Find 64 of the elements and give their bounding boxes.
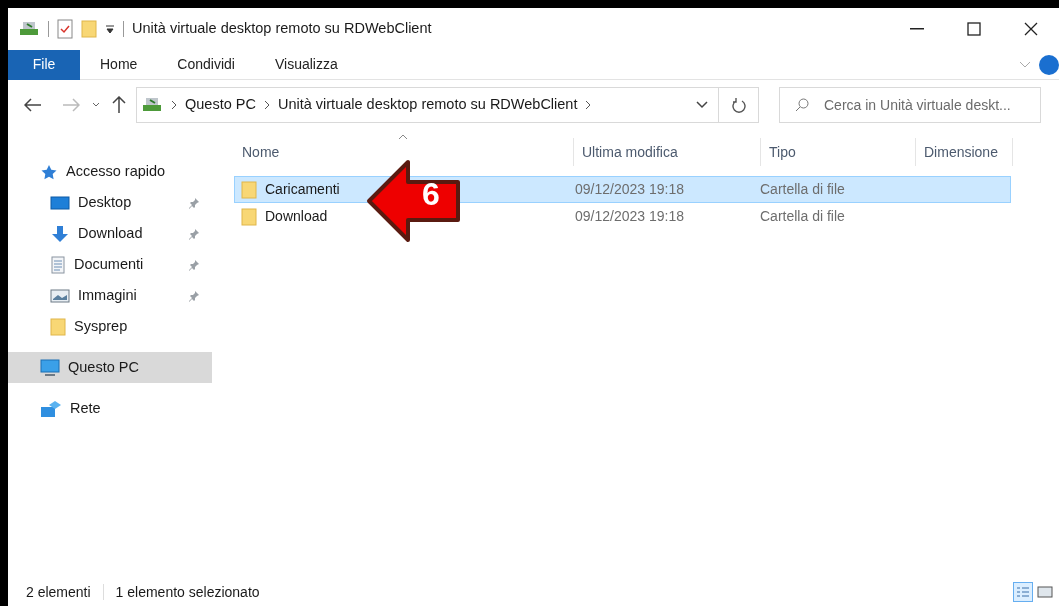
pin-icon[interactable] (188, 289, 200, 302)
folder-icon (241, 180, 257, 199)
thumbnail-view-icon (1037, 586, 1053, 598)
ribbon-tab[interactable]: Condividi (157, 49, 255, 80)
search-field[interactable]: Cerca in Unità virtuale deskt... (779, 87, 1041, 123)
ribbon-tab[interactable]: Home (80, 49, 158, 80)
back-arrow-icon[interactable] (24, 98, 42, 112)
document-icon (50, 255, 66, 274)
network-icon (40, 399, 62, 418)
file-type: Cartella di file (760, 207, 846, 226)
nav-item[interactable]: Documenti (8, 249, 212, 280)
window-title: Unità virtuale desktop remoto su RDWebClient (132, 19, 432, 39)
nav-item[interactable]: Accesso rapido (8, 156, 212, 187)
column-header[interactable]: Dimensione (916, 138, 1013, 166)
star-icon (40, 163, 58, 180)
modified-date: 09/12/2023 19:18 (574, 180, 685, 199)
column-header[interactable]: Ultima modifica (574, 138, 761, 166)
list-view-icon (1016, 586, 1030, 598)
pin-icon[interactable] (188, 258, 200, 271)
chevron-right-icon[interactable] (585, 100, 592, 110)
refresh-button[interactable] (719, 87, 759, 123)
nav-item[interactable]: Immagini (8, 280, 212, 311)
up-arrow-icon[interactable] (112, 96, 126, 114)
chevron-down-icon[interactable] (92, 102, 100, 108)
nav-item[interactable]: Download (8, 218, 212, 249)
search-icon (795, 98, 809, 112)
pin-icon[interactable] (188, 227, 200, 240)
refresh-icon (731, 97, 746, 113)
modified-date: 09/12/2023 19:18 (574, 207, 685, 226)
computer-icon (40, 358, 60, 377)
desktop-icon (50, 194, 70, 211)
nav-item[interactable]: Rete (8, 393, 212, 424)
nav-item[interactable]: Questo PC (8, 352, 212, 383)
properties-icon[interactable] (57, 19, 73, 39)
download-icon (50, 224, 70, 243)
nav-item[interactable]: Sysprep (8, 311, 212, 342)
chevron-down-icon[interactable] (696, 101, 708, 109)
pin-icon[interactable] (188, 196, 200, 209)
help-icon[interactable] (1039, 54, 1059, 75)
details-view-button[interactable] (1013, 582, 1033, 602)
file-name: Caricamenti (265, 180, 340, 199)
status-text: 2 elementi (26, 582, 91, 602)
folder-icon (241, 207, 257, 226)
ribbon-tab[interactable]: Visualizza (254, 49, 358, 80)
minimize-icon (909, 28, 924, 30)
annotation-arrow: 6 (366, 159, 462, 243)
picture-icon (50, 287, 70, 304)
file-name: Download (265, 207, 328, 226)
file-type: Cartella di file (760, 180, 846, 199)
dropdown-icon[interactable] (105, 24, 115, 34)
close-icon (1023, 22, 1038, 36)
chevron-right-icon[interactable] (171, 100, 177, 110)
new-folder-icon (81, 20, 97, 38)
chevron-right-icon[interactable] (263, 100, 270, 110)
breadcrumb[interactable]: Questo PC (185, 94, 256, 116)
column-header[interactable]: Tipo (761, 138, 916, 166)
sort-caret-icon (398, 134, 408, 140)
folder-icon (50, 317, 66, 336)
status-text: 1 elemento selezionato (115, 582, 260, 602)
address-bar[interactable]: Questo PC Unità virtuale desktop remoto su RDWebClient (136, 87, 719, 123)
ribbon-tab[interactable]: File (8, 49, 80, 80)
nav-item[interactable]: Desktop (8, 187, 212, 218)
breadcrumb[interactable]: Unità virtuale desktop remoto su RDWebClient (277, 94, 578, 116)
maximize-icon (966, 22, 981, 36)
